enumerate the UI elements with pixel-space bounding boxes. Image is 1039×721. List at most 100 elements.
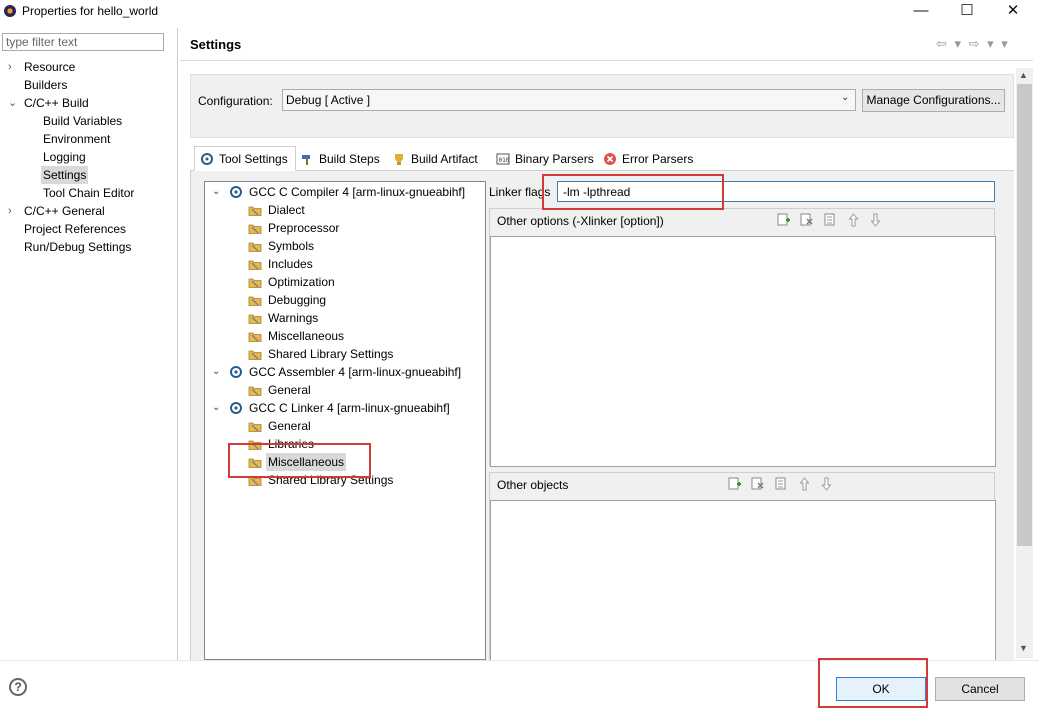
linker-flags-input[interactable]: [557, 181, 995, 202]
sash-divider[interactable]: [177, 28, 178, 660]
nav-item-cpp-build[interactable]: ⌄ C/C++ Build: [0, 94, 176, 112]
other-options-list[interactable]: [490, 236, 996, 467]
tree-node-assembler-child[interactable]: General: [230, 381, 480, 399]
tree-node-label: GCC Assembler 4 [arm-linux-gnueabihf]: [249, 365, 462, 379]
collapse-chevron-icon[interactable]: ⌄: [212, 399, 220, 417]
move-down-icon[interactable]: [820, 477, 833, 491]
folder-options-icon: [248, 455, 262, 469]
nav-item-build-variables[interactable]: Build Variables: [0, 112, 176, 130]
tree-node-compiler-child[interactable]: Includes: [230, 255, 480, 273]
tree-node-linker-child[interactable]: Shared Library Settings: [230, 471, 480, 489]
filter-input[interactable]: [2, 33, 164, 51]
delete-icon[interactable]: [800, 213, 813, 227]
nav-item-builders[interactable]: Builders: [0, 76, 176, 94]
nav-item-logging[interactable]: Logging: [0, 148, 176, 166]
nav-item-label: Resource: [24, 60, 76, 74]
history-nav-arrows[interactable]: ⇦ ▾ ⇨ ▾ ▾: [936, 36, 1010, 52]
folder-options-icon: [248, 221, 262, 235]
other-options-title: Other options (-Xlinker [option]): [497, 214, 664, 228]
folder-options-icon: [248, 239, 262, 253]
nav-item-resource[interactable]: › Resource: [0, 58, 176, 76]
nav-item-run-debug-settings[interactable]: Run/Debug Settings: [0, 238, 176, 256]
scroll-up-arrow-icon[interactable]: ▲: [1019, 70, 1028, 80]
move-up-icon[interactable]: [798, 477, 811, 491]
tree-node-compiler-child[interactable]: Debugging: [230, 291, 480, 309]
chevron-down-icon[interactable]: ⌄: [841, 92, 849, 103]
tree-node-label: GCC C Linker 4 [arm-linux-gnueabihf]: [249, 401, 450, 415]
folder-options-icon: [248, 293, 262, 307]
tree-node-linker-child[interactable]: Libraries: [230, 435, 480, 453]
nav-item-cpp-general[interactable]: › C/C++ General: [0, 202, 176, 220]
window-title-bar[interactable]: Properties for hello_world — ☐ ✕: [0, 0, 1039, 24]
collapse-chevron-icon[interactable]: ⌄: [212, 183, 220, 201]
tree-node-compiler[interactable]: ⌄ GCC C Compiler 4 [arm-linux-gnueabihf]: [212, 183, 482, 201]
nav-item-label: C/C++ General: [24, 204, 105, 218]
delete-icon[interactable]: [751, 477, 764, 491]
tab-tool-settings[interactable]: Tool Settings: [194, 146, 296, 171]
nav-item-label: Settings: [41, 166, 89, 184]
build-hammer-icon: [302, 155, 310, 165]
tab-binary-parsers[interactable]: 010 Binary Parsers: [496, 148, 596, 170]
nav-item-tool-chain-editor[interactable]: Tool Chain Editor: [0, 184, 176, 202]
expand-chevron-icon[interactable]: ›: [8, 58, 18, 76]
tab-error-parsers[interactable]: Error Parsers: [603, 148, 695, 170]
tree-node-label: Miscellaneous: [268, 329, 345, 343]
scrollbar-thumb[interactable]: [1017, 84, 1032, 546]
folder-options-icon: [248, 473, 262, 487]
tree-node-label: Dialect: [268, 203, 305, 217]
edit-icon[interactable]: [775, 477, 788, 491]
tree-node-assembler[interactable]: ⌄ GCC Assembler 4 [arm-linux-gnueabihf]: [212, 363, 482, 381]
cancel-button[interactable]: Cancel: [935, 677, 1025, 701]
tree-node-linker-child[interactable]: Miscellaneous: [230, 453, 480, 471]
help-icon[interactable]: ?: [9, 678, 27, 696]
nav-item-label: C/C++ Build: [24, 96, 89, 110]
ok-button[interactable]: OK: [836, 677, 926, 701]
tool-gear-icon: [229, 401, 243, 415]
collapse-chevron-icon[interactable]: ⌄: [8, 94, 18, 112]
tree-node-compiler-child[interactable]: Preprocessor: [230, 219, 480, 237]
add-icon[interactable]: [777, 213, 790, 227]
tab-label: Binary Parsers: [515, 152, 594, 166]
tree-node-compiler-child[interactable]: Optimization: [230, 273, 480, 291]
nav-item-environment[interactable]: Environment: [0, 130, 176, 148]
tree-node-compiler-child[interactable]: Symbols: [230, 237, 480, 255]
tree-node-label: Includes: [268, 257, 313, 271]
tree-node-compiler-child[interactable]: Shared Library Settings: [230, 345, 480, 363]
collapse-chevron-icon[interactable]: ⌄: [212, 363, 220, 381]
tree-node-label: Shared Library Settings: [268, 347, 394, 361]
move-up-icon[interactable]: [847, 213, 860, 227]
tree-node-label: Libraries: [268, 437, 315, 451]
tree-node-label: Preprocessor: [268, 221, 340, 235]
move-down-icon[interactable]: [869, 213, 882, 227]
tree-node-compiler-child[interactable]: Warnings: [230, 309, 480, 327]
tree-node-compiler-child[interactable]: Miscellaneous: [230, 327, 480, 345]
minimize-button[interactable]: —: [898, 0, 944, 24]
tree-node-label: Warnings: [268, 311, 319, 325]
tree-node-linker-child[interactable]: General: [230, 417, 480, 435]
tab-build-steps[interactable]: Build Steps: [300, 148, 386, 170]
edit-icon[interactable]: [824, 213, 837, 227]
manage-configurations-button[interactable]: Manage Configurations...: [862, 89, 1005, 112]
add-icon[interactable]: [728, 477, 741, 491]
tree-node-compiler-child[interactable]: Dialect: [230, 201, 480, 219]
nav-item-settings[interactable]: Settings: [0, 166, 176, 184]
tree-node-label: Miscellaneous: [266, 453, 347, 471]
linker-flags-label: Linker flags: [489, 185, 551, 199]
close-window-button[interactable]: ✕: [990, 0, 1036, 24]
binary-icon: 010: [496, 153, 510, 165]
folder-options-icon: [248, 347, 262, 361]
maximize-button[interactable]: ☐: [944, 0, 990, 24]
nav-item-project-references[interactable]: Project References: [0, 220, 176, 238]
tree-node-label: Shared Library Settings: [268, 473, 394, 487]
other-objects-group: Other objects: [489, 472, 996, 661]
button-bar-divider: [0, 660, 1039, 661]
scroll-down-arrow-icon[interactable]: ▼: [1019, 643, 1028, 653]
expand-chevron-icon[interactable]: ›: [8, 202, 18, 220]
tab-build-artifact[interactable]: Build Artifact: [392, 148, 488, 170]
nav-item-label: Environment: [43, 132, 111, 146]
svg-text:010: 010: [499, 157, 510, 164]
tree-node-linker[interactable]: ⌄ GCC C Linker 4 [arm-linux-gnueabihf]: [212, 399, 482, 417]
other-objects-list[interactable]: [490, 500, 996, 661]
other-objects-title: Other objects: [497, 478, 569, 492]
trophy-icon: [395, 154, 403, 165]
